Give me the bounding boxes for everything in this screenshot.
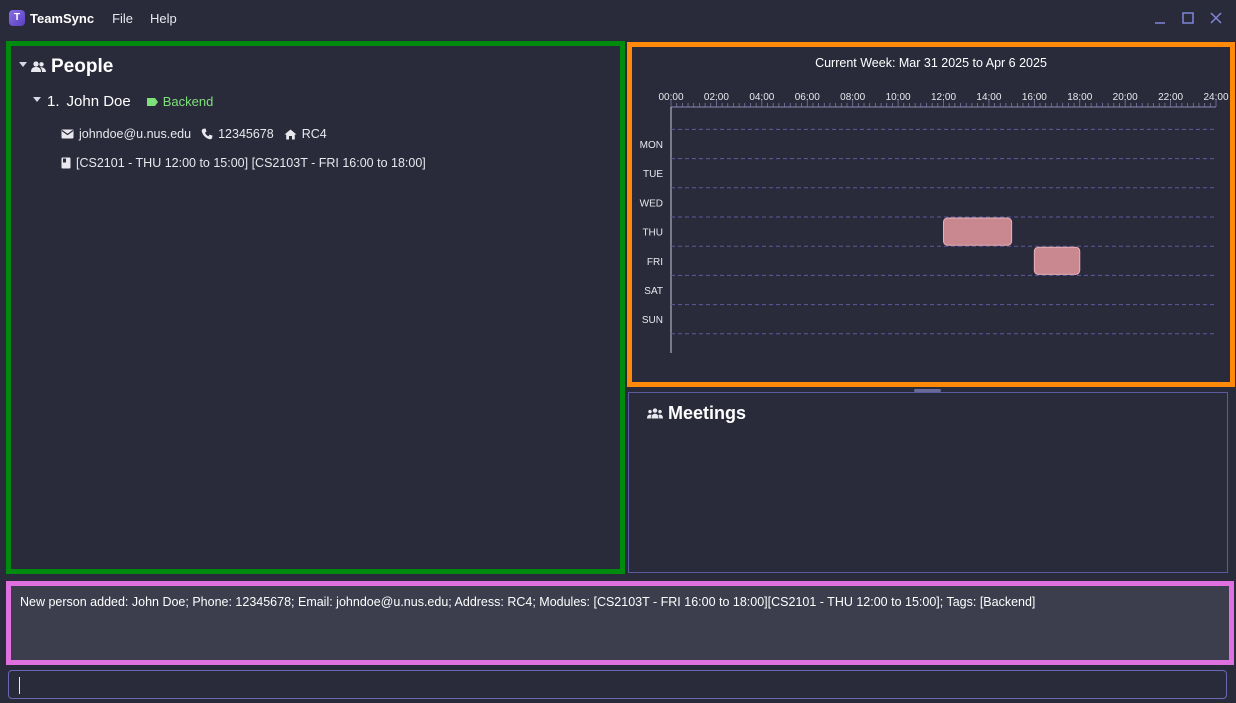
menu-help[interactable]: Help [150,11,177,26]
window-controls [1146,6,1230,30]
person-modules-row: [CS2101 - THU 12:00 to 15:00] [CS2103T -… [61,156,436,170]
person-index: 1. [47,93,60,110]
person-contact-row: johndoe@u.nus.edu 12345678 RC4 [61,127,337,141]
app-name: TeamSync [30,10,95,26]
person-tag: Backend [146,94,214,109]
result-message: New person added: John Doe; Phone: 12345… [20,595,1036,609]
person-modules: [CS2101 - THU 12:00 to 15:00] [CS2103T -… [61,156,426,170]
minimize-button[interactable] [1146,6,1174,30]
person-collapse-triangle-icon[interactable] [33,97,41,102]
meetings-title: Meetings [668,403,747,423]
meetings-header: Meetings [647,403,746,424]
person-modules-text: [CS2101 - THU 12:00 to 15:00] [CS2103T -… [76,156,426,170]
group-icon [647,408,663,419]
maximize-icon [1182,12,1194,24]
calendar-grid: 00:00 02:00 04:00 06:00 08:00 10:00 12:00 14:00… [640,92,1229,353]
person-address-text: RC4 [301,127,327,141]
close-icon [1210,12,1222,24]
person-phone: 12345678 [201,127,274,141]
day-label: THU [642,228,663,239]
email-icon [61,129,74,139]
phone-icon [201,128,213,140]
people-icon [31,61,46,72]
app-logo-icon [9,10,25,26]
meetings-panel: Meetings [628,392,1228,573]
minimize-icon [1155,22,1165,24]
day-label: WED [640,198,663,209]
collapse-triangle-icon[interactable] [19,61,27,67]
day-label: TUE [643,169,663,180]
close-button[interactable] [1202,6,1230,30]
tag-icon [146,97,158,106]
calendar-panel: Current Week: Mar 31 2025 to Apr 6 2025 … [627,42,1235,387]
person-address: RC4 [284,127,327,141]
person-row[interactable]: 1. John Doe Backend [33,93,213,110]
title-bar: TeamSync File Help [0,0,1236,36]
day-label: FRI [647,257,663,268]
day-label: SUN [642,315,663,326]
day-label: SAT [644,286,663,297]
maximize-button[interactable] [1174,6,1202,30]
menu-file[interactable]: File [112,11,133,26]
people-title: People [51,56,114,77]
person-name: John Doe [66,93,131,110]
people-header[interactable]: People [19,56,113,78]
calendar-event [943,217,1013,246]
day-label: MON [640,140,663,151]
home-icon [284,129,297,139]
person-phone-text: 12345678 [218,127,274,141]
command-input[interactable] [8,670,1227,699]
calendar-event [1033,246,1081,275]
text-caret [19,677,20,694]
result-display: New person added: John Doe; Phone: 12345… [6,581,1234,665]
person-email: johndoe@u.nus.edu [61,127,191,141]
people-panel: People 1. John Doe Backend johndoe@u.nus… [6,41,625,574]
book-icon [61,157,71,169]
person-email-text: johndoe@u.nus.edu [79,127,192,141]
person-tag-label: Backend [162,94,214,109]
